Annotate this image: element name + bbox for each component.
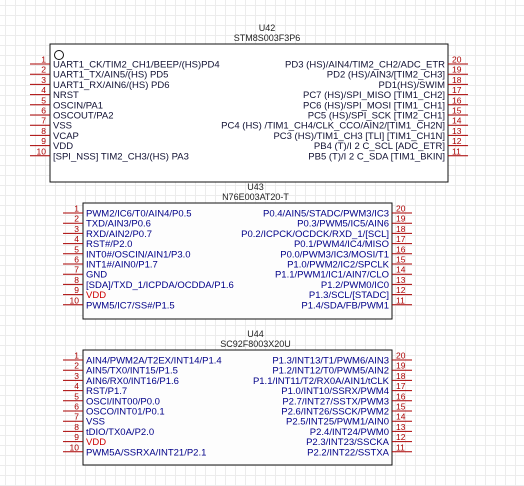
pin-label: P1.4/SDA/FB/PWM1	[301, 300, 389, 311]
pin-number: 20	[452, 55, 462, 65]
pin-number: 19	[452, 65, 462, 75]
pin-number: 3	[74, 371, 79, 381]
component-part-number: STM8S003F3P6	[234, 33, 301, 43]
pin-number: 10	[70, 442, 80, 452]
pin-number: 12	[452, 136, 462, 146]
component-designator: U44	[247, 329, 264, 339]
pin-number: 12	[396, 432, 406, 442]
pin-number: 11	[452, 146, 461, 156]
pin-label: PWM5A/SSRXA/INT21/P2.1	[86, 447, 206, 458]
schematic-canvas: U42STM8S003F3P61 UART1_CK/TIM2_CH1/BEEP/(…	[30, 23, 468, 466]
pin-label: PWM5/IC7/SS#/P1.5	[86, 300, 175, 311]
pin-number: 5	[41, 95, 46, 105]
pin-number: 19	[396, 214, 406, 224]
pin-number: 6	[74, 255, 79, 265]
pin-number: 5	[74, 391, 79, 401]
pin-number: 11	[396, 295, 405, 305]
pin-number: 18	[396, 224, 406, 234]
pin-number: 2	[74, 361, 79, 371]
component-designator: U43	[247, 182, 264, 192]
component-u42[interactable]: U42STM8S003F3P61 UART1_CK/TIM2_CH1/BEEP/(…	[30, 23, 468, 183]
pin-number: 10	[37, 146, 47, 156]
pin-number: 4	[41, 85, 46, 95]
pin-number: 1	[41, 55, 46, 65]
pin-number: 10	[70, 295, 80, 305]
pin-number: 9	[74, 285, 79, 295]
pin-number: 1	[74, 204, 79, 214]
pin-number: 5	[74, 244, 79, 254]
pin-number: 18	[452, 75, 462, 85]
pin-label: [SPI_NSS] TIM2_CH3/(HS) PA3	[53, 151, 189, 162]
component-u44[interactable]: U44SC92F8003X20U1 AIN4/PWM2A/T2EX/INT14/P…	[63, 329, 412, 466]
pin-number: 8	[41, 126, 46, 136]
pin-number: 1	[74, 351, 79, 361]
pin-number: 16	[396, 391, 406, 401]
pin-number: 7	[74, 265, 79, 275]
pin-number: 7	[41, 116, 46, 126]
pin-number: 17	[396, 234, 406, 244]
pin-label: PB5 (T)/I 2 C_SDA [TIM1_BKIN]	[308, 151, 445, 162]
pin-number: 9	[74, 432, 79, 442]
pin-number: 16	[452, 95, 462, 105]
component-u43[interactable]: U43N76E003AT20-T1 PWM2/IC6/T0/AIN4/P0.52 T…	[63, 182, 412, 320]
pin-number: 6	[74, 402, 79, 412]
pin-number: 7	[74, 412, 79, 422]
pin-number: 3	[74, 224, 79, 234]
pin-number: 13	[396, 275, 406, 285]
pin-number: 3	[41, 75, 46, 85]
pin-number: 2	[41, 65, 46, 75]
pin-number: 17	[396, 381, 406, 391]
component-designator: U42	[259, 23, 276, 33]
pin-number: 15	[396, 402, 406, 412]
component-part-number: SC92F8003X20U	[220, 339, 291, 349]
pin-number: 4	[74, 381, 79, 391]
pin-number: 20	[396, 351, 406, 361]
pin-number: 6	[41, 106, 46, 116]
pin-label: P2.2/INT22/SSTXA	[307, 447, 390, 458]
pin-number: 15	[396, 255, 406, 265]
component-part-number: N76E003AT20-T	[222, 192, 289, 202]
pin-number: 9	[41, 136, 46, 146]
pin-number: 14	[396, 265, 406, 275]
pin-number: 13	[396, 422, 406, 432]
pin-number: 19	[396, 361, 406, 371]
pin-number: 20	[396, 204, 406, 214]
pin-number: 8	[74, 422, 79, 432]
pin-number: 15	[452, 106, 462, 116]
pin-number: 4	[74, 234, 79, 244]
pin-number: 12	[396, 285, 406, 295]
pin-number: 2	[74, 214, 79, 224]
pin-number: 14	[452, 116, 462, 126]
pin-label: [SDA]/TXD_1/ICPDA/OCDDA/P1.6	[86, 280, 234, 291]
pin-number: 18	[396, 371, 406, 381]
pin-number: 13	[452, 126, 462, 136]
pin-number: 8	[74, 275, 79, 285]
pin-number: 16	[396, 244, 406, 254]
pin-number: 11	[396, 442, 405, 452]
pin-number: 14	[396, 412, 406, 422]
pin-number: 17	[452, 85, 462, 95]
